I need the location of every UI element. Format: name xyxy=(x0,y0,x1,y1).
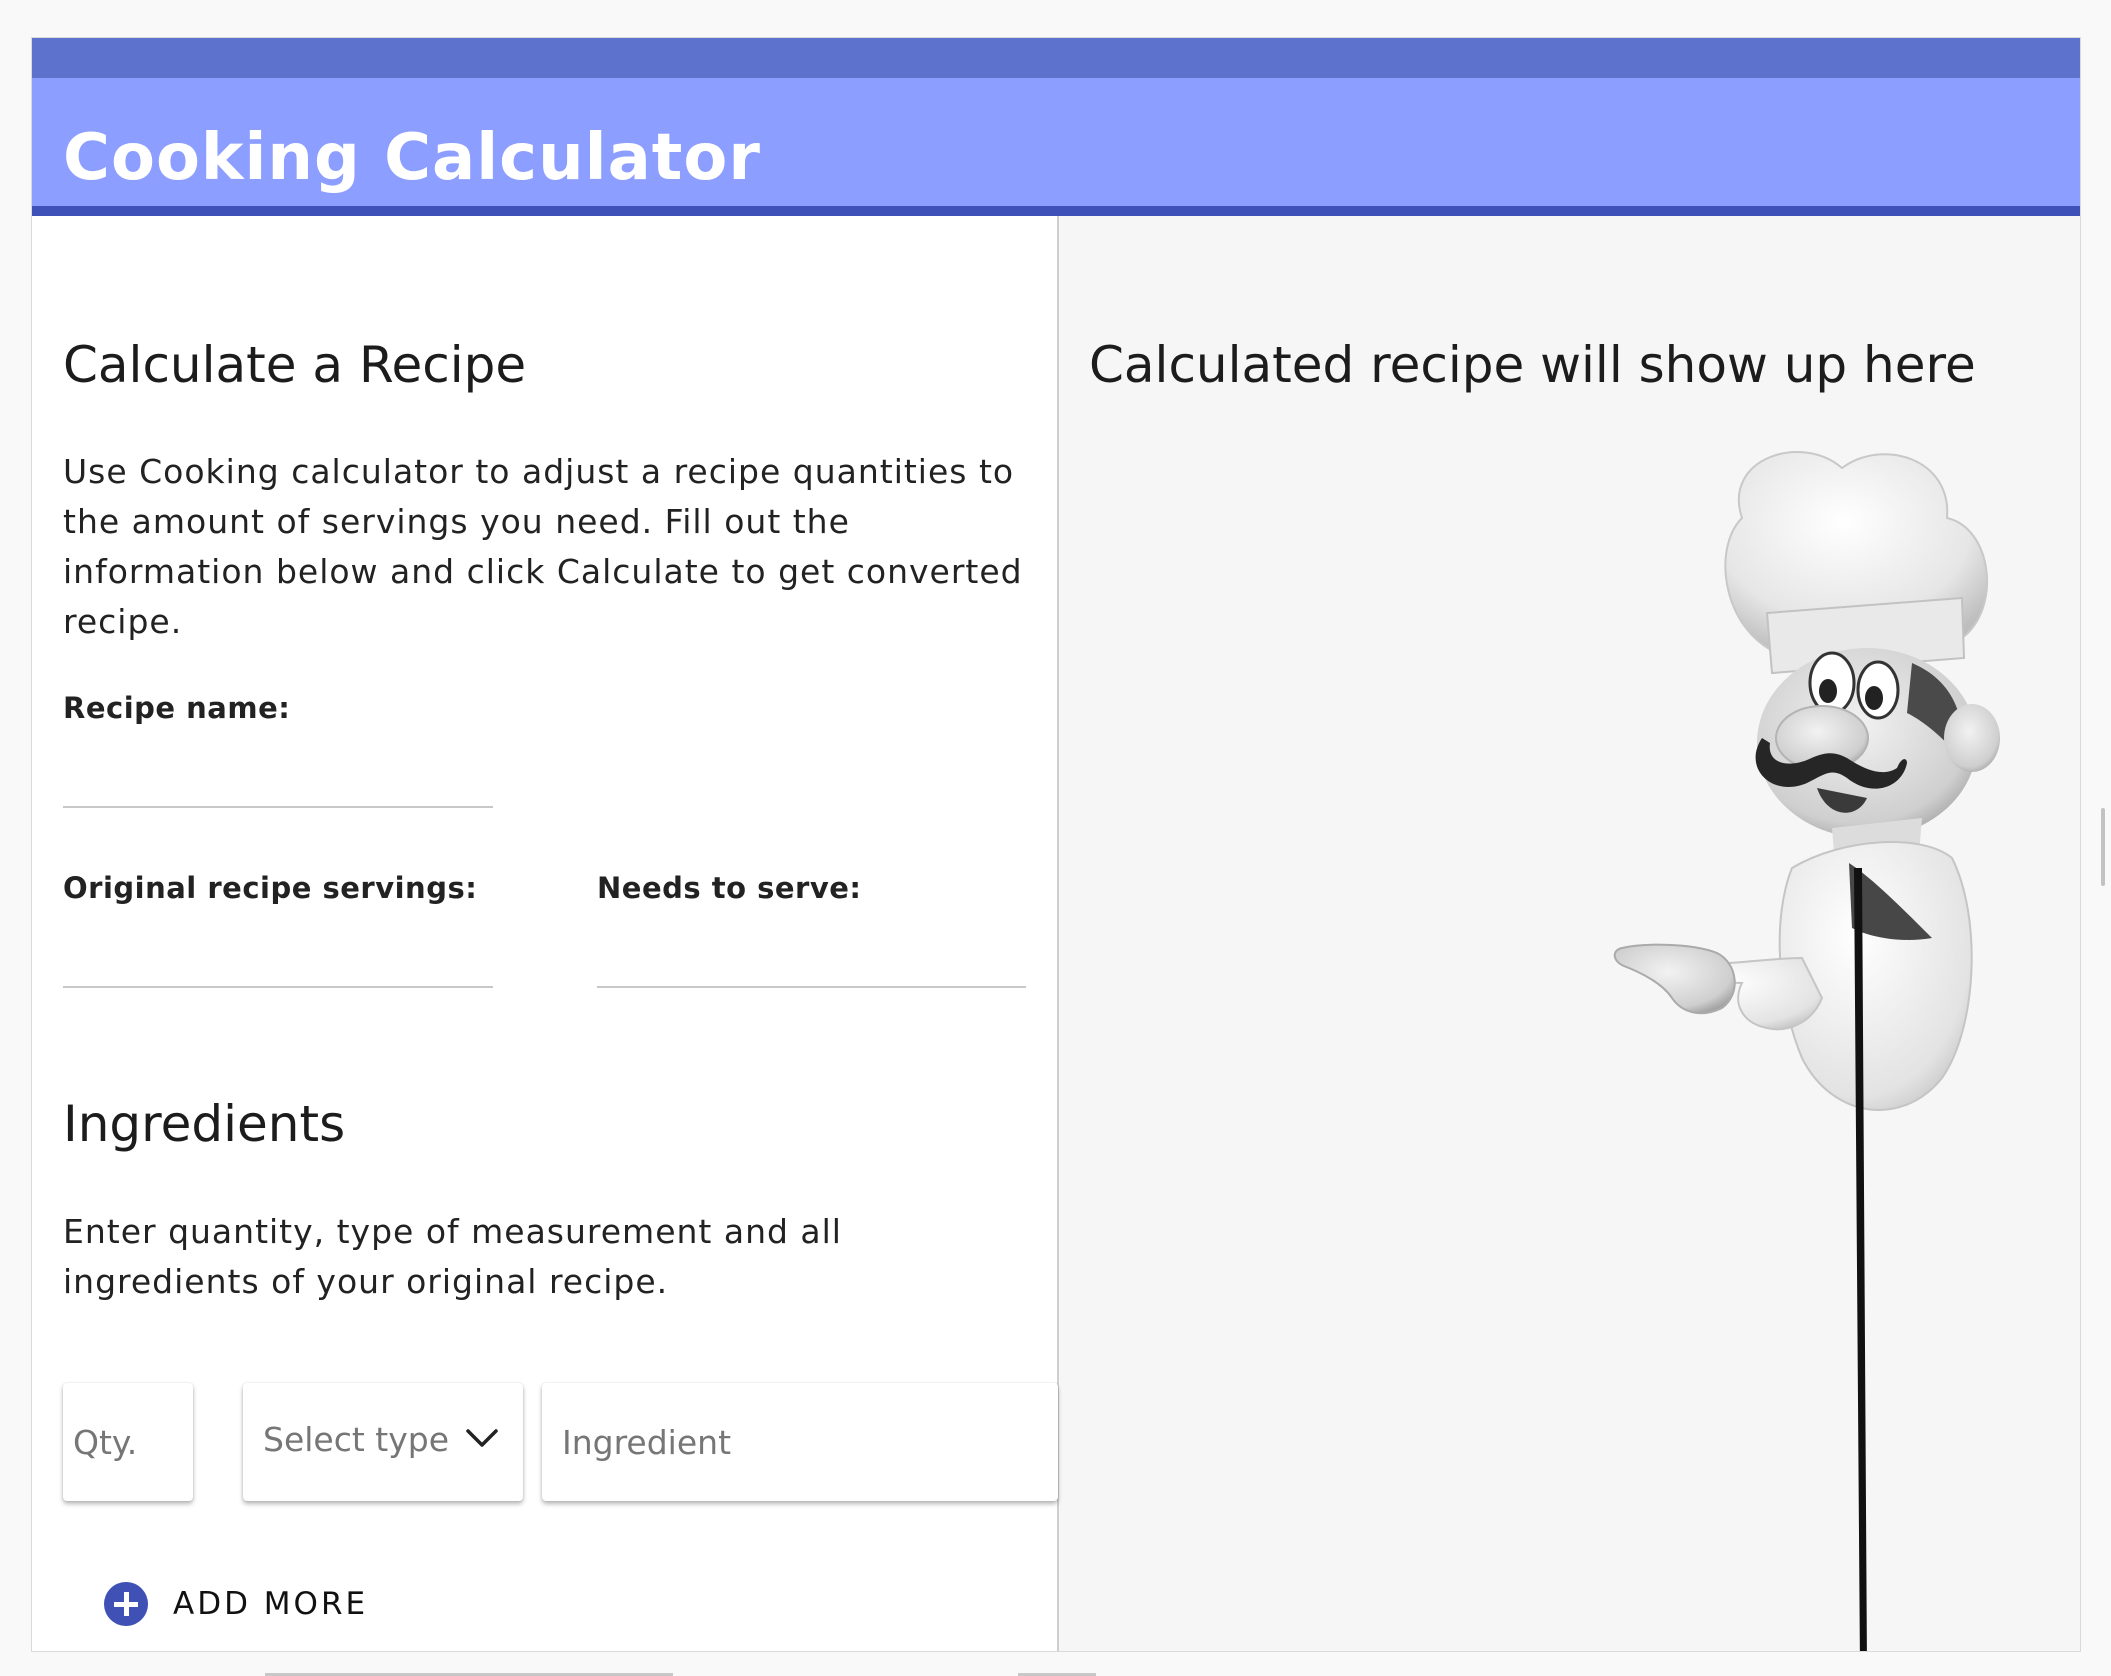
needs-to-serve-input[interactable] xyxy=(597,922,1026,988)
select-type-label: Select type xyxy=(263,1420,450,1459)
original-servings-input[interactable] xyxy=(63,922,493,988)
header-bottom-bar xyxy=(32,206,2080,216)
quantity-input[interactable] xyxy=(63,1383,193,1501)
cooking-calculator-app: Cooking Calculator Calculate a Recipe Us… xyxy=(31,37,2081,1652)
ingredients-description: Enter quantity, type of measurement and … xyxy=(63,1212,842,1301)
needs-to-serve-label: Needs to serve: xyxy=(597,871,862,905)
form-description: Use Cooking calculator to adjust a recip… xyxy=(63,452,1023,641)
calculate-recipe-heading: Calculate a Recipe xyxy=(63,336,527,394)
recipe-name-input[interactable] xyxy=(63,742,493,808)
original-servings-label: Original recipe servings: xyxy=(63,871,478,905)
plus-circle-icon xyxy=(104,1582,148,1626)
app-header: Cooking Calculator xyxy=(32,38,2080,216)
ingredient-input[interactable] xyxy=(542,1383,1058,1501)
scrollbar-thumb[interactable] xyxy=(2101,808,2105,886)
add-more-label: ADD MORE xyxy=(173,1585,369,1622)
ingredients-heading: Ingredients xyxy=(63,1095,346,1153)
result-heading: Calculated recipe will show up here xyxy=(1089,336,1976,394)
chef-mascot-icon xyxy=(1613,451,2000,1651)
header-top-bar xyxy=(32,38,2080,78)
app-title: Cooking Calculator xyxy=(63,121,761,195)
add-more-button[interactable]: ADD MORE xyxy=(104,1581,368,1627)
chevron-down-icon xyxy=(466,1429,498,1447)
recipe-name-label: Recipe name: xyxy=(63,691,291,725)
measurement-type-select[interactable]: Select type xyxy=(243,1383,523,1501)
